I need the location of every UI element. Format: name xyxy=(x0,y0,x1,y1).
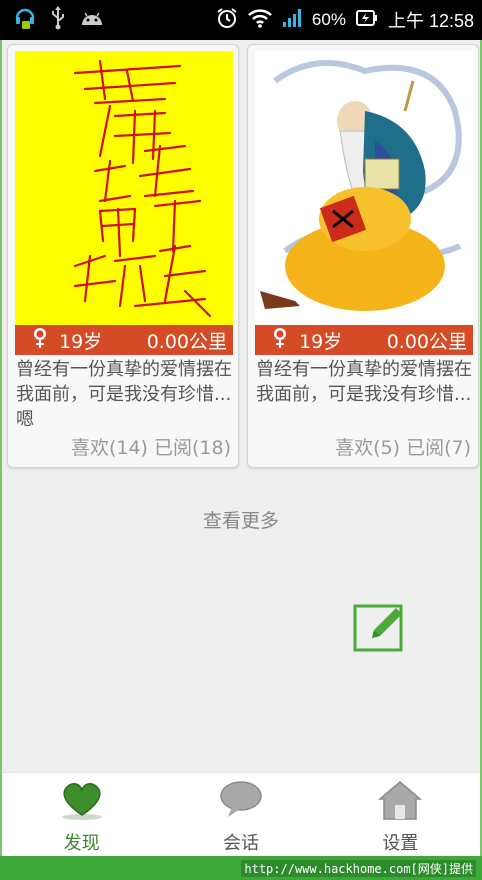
battery-percent: 60% xyxy=(311,10,346,29)
tab-label: 设置 xyxy=(382,833,419,854)
tab-settings[interactable]: 设置 xyxy=(321,773,480,856)
bottom-tab-bar: 发现 会话 设置 xyxy=(2,772,480,856)
tab-label: 发现 xyxy=(63,833,100,854)
post-stats: 喜欢(5) 已阅(7) xyxy=(335,437,471,459)
info-bar: 19岁 0.00公里 xyxy=(15,325,233,355)
female-icon xyxy=(33,327,47,354)
headset-icon xyxy=(14,6,36,34)
female-icon xyxy=(273,327,287,354)
calligraphy-image[interactable] xyxy=(15,51,233,325)
tab-label: 会话 xyxy=(222,833,259,854)
signal-icon xyxy=(282,8,302,32)
footer-watermark-bar: http://www.hackhome.com[网侠]提供 xyxy=(0,856,482,880)
android-icon xyxy=(80,9,104,31)
heart-icon xyxy=(59,779,105,825)
tab-discover[interactable]: 发现 xyxy=(2,773,161,856)
distance-label: 0.00公里 xyxy=(386,330,467,353)
load-more-button[interactable]: 查看更多 xyxy=(2,506,480,533)
battery-icon xyxy=(355,9,378,31)
watermark-text: http://www.hackhome.com[网侠]提供 xyxy=(241,859,476,877)
alarm-icon xyxy=(216,7,238,33)
usb-icon xyxy=(50,6,66,34)
edit-icon xyxy=(353,604,403,652)
status-bar: 60% 上午 12:58 xyxy=(0,0,482,40)
old-sage-image[interactable] xyxy=(255,51,473,325)
post-description: 曾经有一份真挚的爱情摆在我面前，可是我没有珍惜... xyxy=(256,359,472,405)
tab-chat[interactable]: 会话 xyxy=(161,773,320,856)
post-description: 曾经有一份真挚的爱情摆在我面前，可是我没有珍惜...嗯 xyxy=(16,359,232,430)
info-bar: 19岁 0.00公里 xyxy=(255,325,473,355)
age-label: 19岁 xyxy=(59,330,103,353)
post-stats: 喜欢(14) 已阅(18) xyxy=(70,437,231,459)
distance-label: 0.00公里 xyxy=(146,330,227,353)
app-content: 19岁 0.00公里 曾经有一份真挚的爱情摆在我面前，可是我没有珍惜...嗯 喜… xyxy=(0,40,482,856)
post-card[interactable]: 19岁 0.00公里 曾经有一份真挚的爱情摆在我面前，可是我没有珍惜... 喜欢… xyxy=(247,44,479,468)
post-card[interactable]: 19岁 0.00公里 曾经有一份真挚的爱情摆在我面前，可是我没有珍惜...嗯 喜… xyxy=(7,44,239,468)
wifi-icon xyxy=(248,8,272,32)
chat-bubble-icon xyxy=(218,779,264,825)
edit-post-button[interactable] xyxy=(352,598,408,654)
age-label: 19岁 xyxy=(299,330,343,353)
home-icon xyxy=(377,779,423,825)
clock: 上午 12:58 xyxy=(387,11,474,31)
